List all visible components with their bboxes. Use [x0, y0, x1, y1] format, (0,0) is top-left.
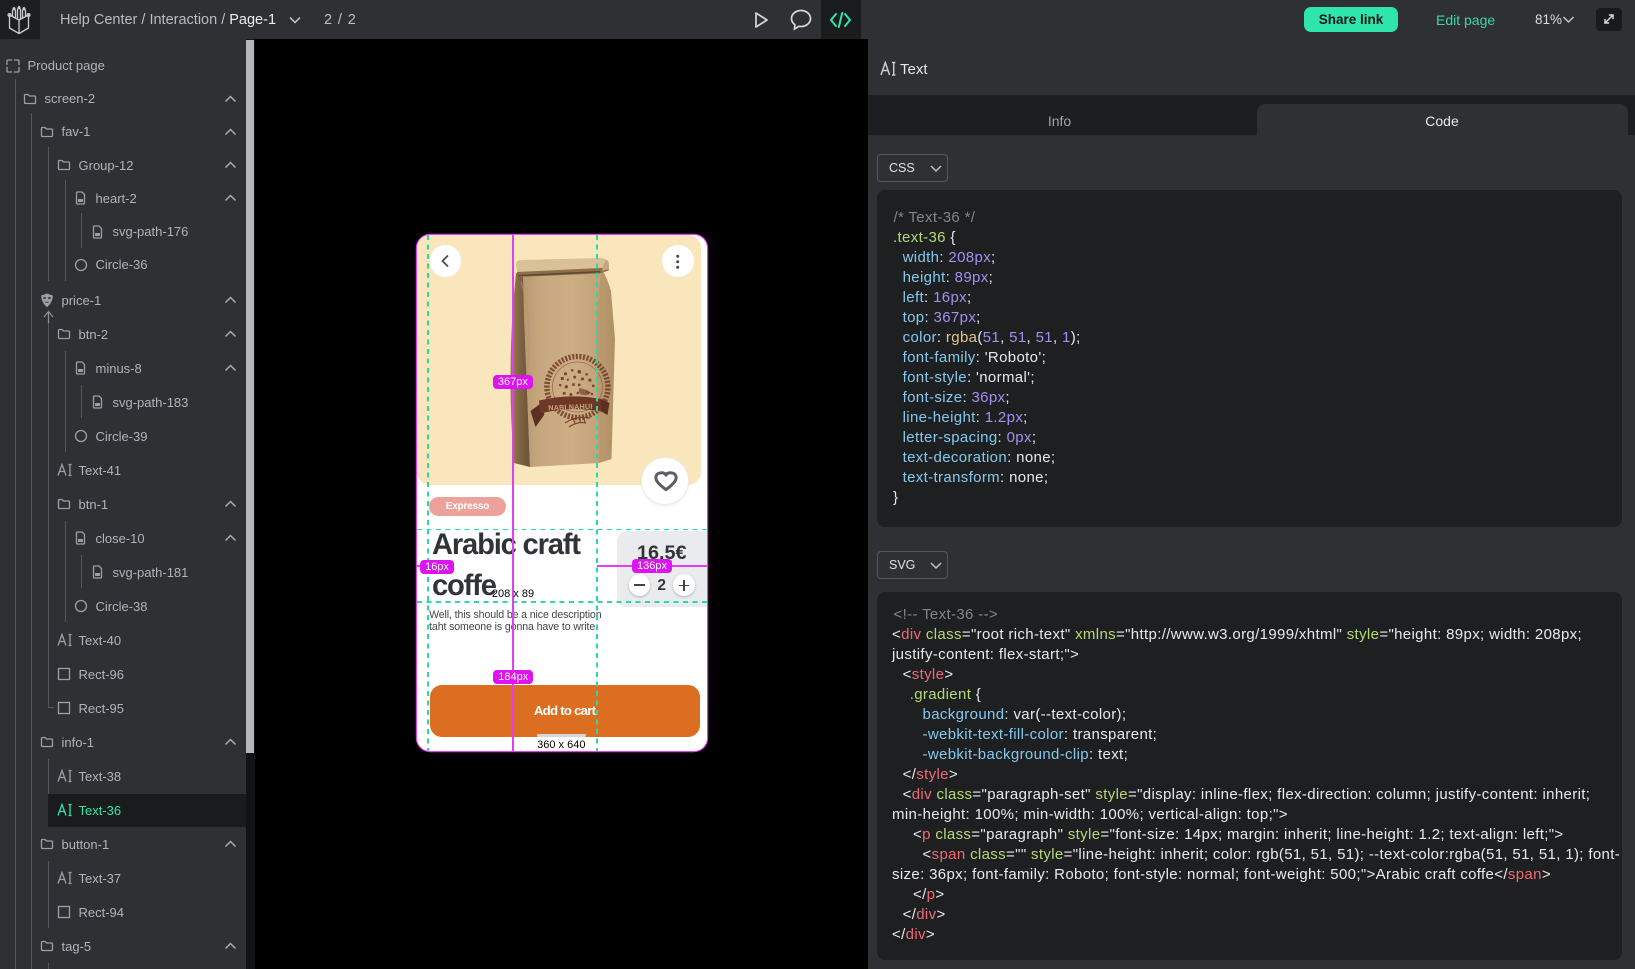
svg-text:NABI NAHUI: NABI NAHUI: [548, 402, 593, 413]
